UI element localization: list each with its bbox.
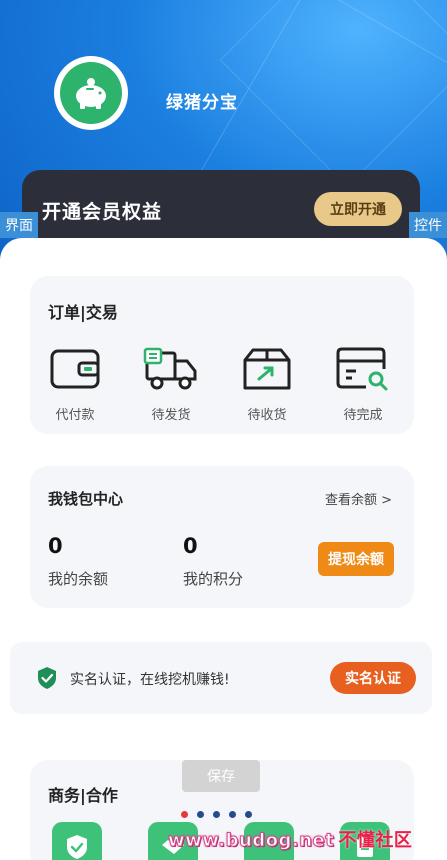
watermark: www.budog.net 不懂社区 [167, 826, 413, 852]
balance-label: 我的余额 [48, 570, 109, 588]
order-item-to-ship[interactable]: 待发货 [136, 346, 206, 423]
wallet-card: 我钱包中心 查看余额 > 0 我的余额 0 我的积分 提现余额 [30, 466, 414, 608]
order-item-label: 待收货 [247, 408, 287, 423]
points-value: 0 [183, 534, 198, 558]
annotation-tag-right: 控件 [409, 212, 447, 238]
view-balance-link[interactable]: 查看余额 > [325, 489, 392, 508]
carousel-dot[interactable] [229, 811, 236, 818]
piggy-bank-icon [76, 78, 106, 109]
watermark-url: www.budog.net [167, 830, 335, 852]
business-item-1[interactable] [52, 822, 102, 860]
order-item-label: 代付款 [55, 408, 95, 423]
points-label: 我的积分 [183, 570, 244, 588]
withdraw-button[interactable]: 提现余额 [318, 542, 394, 576]
verify-text: 实名认证，在线挖机赚钱! [70, 672, 230, 688]
package-icon [243, 348, 291, 390]
wallet-title: 我钱包中心 [48, 490, 124, 508]
balance-stat[interactable]: 0 我的余额 [48, 534, 108, 589]
verify-button[interactable]: 实名认证 [330, 662, 416, 694]
carousel-dot-active[interactable] [181, 811, 188, 818]
save-button[interactable]: 保存 [182, 760, 260, 792]
carousel-dot[interactable] [197, 811, 204, 818]
business-title: 商务|合作 [48, 786, 118, 805]
orders-card: 订单|交易 代付款 待发货 待收货 待完成 [30, 276, 414, 434]
balance-value: 0 [48, 534, 63, 558]
carousel-dots [181, 811, 252, 818]
avatar[interactable] [54, 56, 128, 130]
card-search-icon [336, 347, 388, 391]
order-item-label: 待完成 [343, 408, 383, 423]
annotation-tag-left: 界面 [0, 212, 38, 238]
carousel-dot[interactable] [245, 811, 252, 818]
order-item-label: 待发货 [151, 408, 191, 423]
order-item-to-receive[interactable]: 待收货 [232, 346, 302, 423]
vip-title: 开通会员权益 [42, 201, 163, 223]
open-vip-button[interactable]: 立即开通 [314, 192, 402, 226]
orders-title: 订单|交易 [48, 303, 118, 322]
truck-icon [143, 347, 197, 390]
username: 绿猪分宝 [166, 93, 238, 113]
order-item-pending-payment[interactable]: 代付款 [40, 346, 110, 423]
verify-banner: 实名认证，在线挖机赚钱! 实名认证 [10, 642, 432, 714]
shield-check-icon [38, 667, 56, 689]
wallet-icon [50, 349, 100, 389]
carousel-dot[interactable] [213, 811, 220, 818]
order-item-to-complete[interactable]: 待完成 [328, 346, 398, 423]
shield-check-icon [67, 835, 87, 859]
points-stat[interactable]: 0 我的积分 [183, 534, 243, 589]
watermark-cn: 不懂社区 [338, 830, 413, 851]
